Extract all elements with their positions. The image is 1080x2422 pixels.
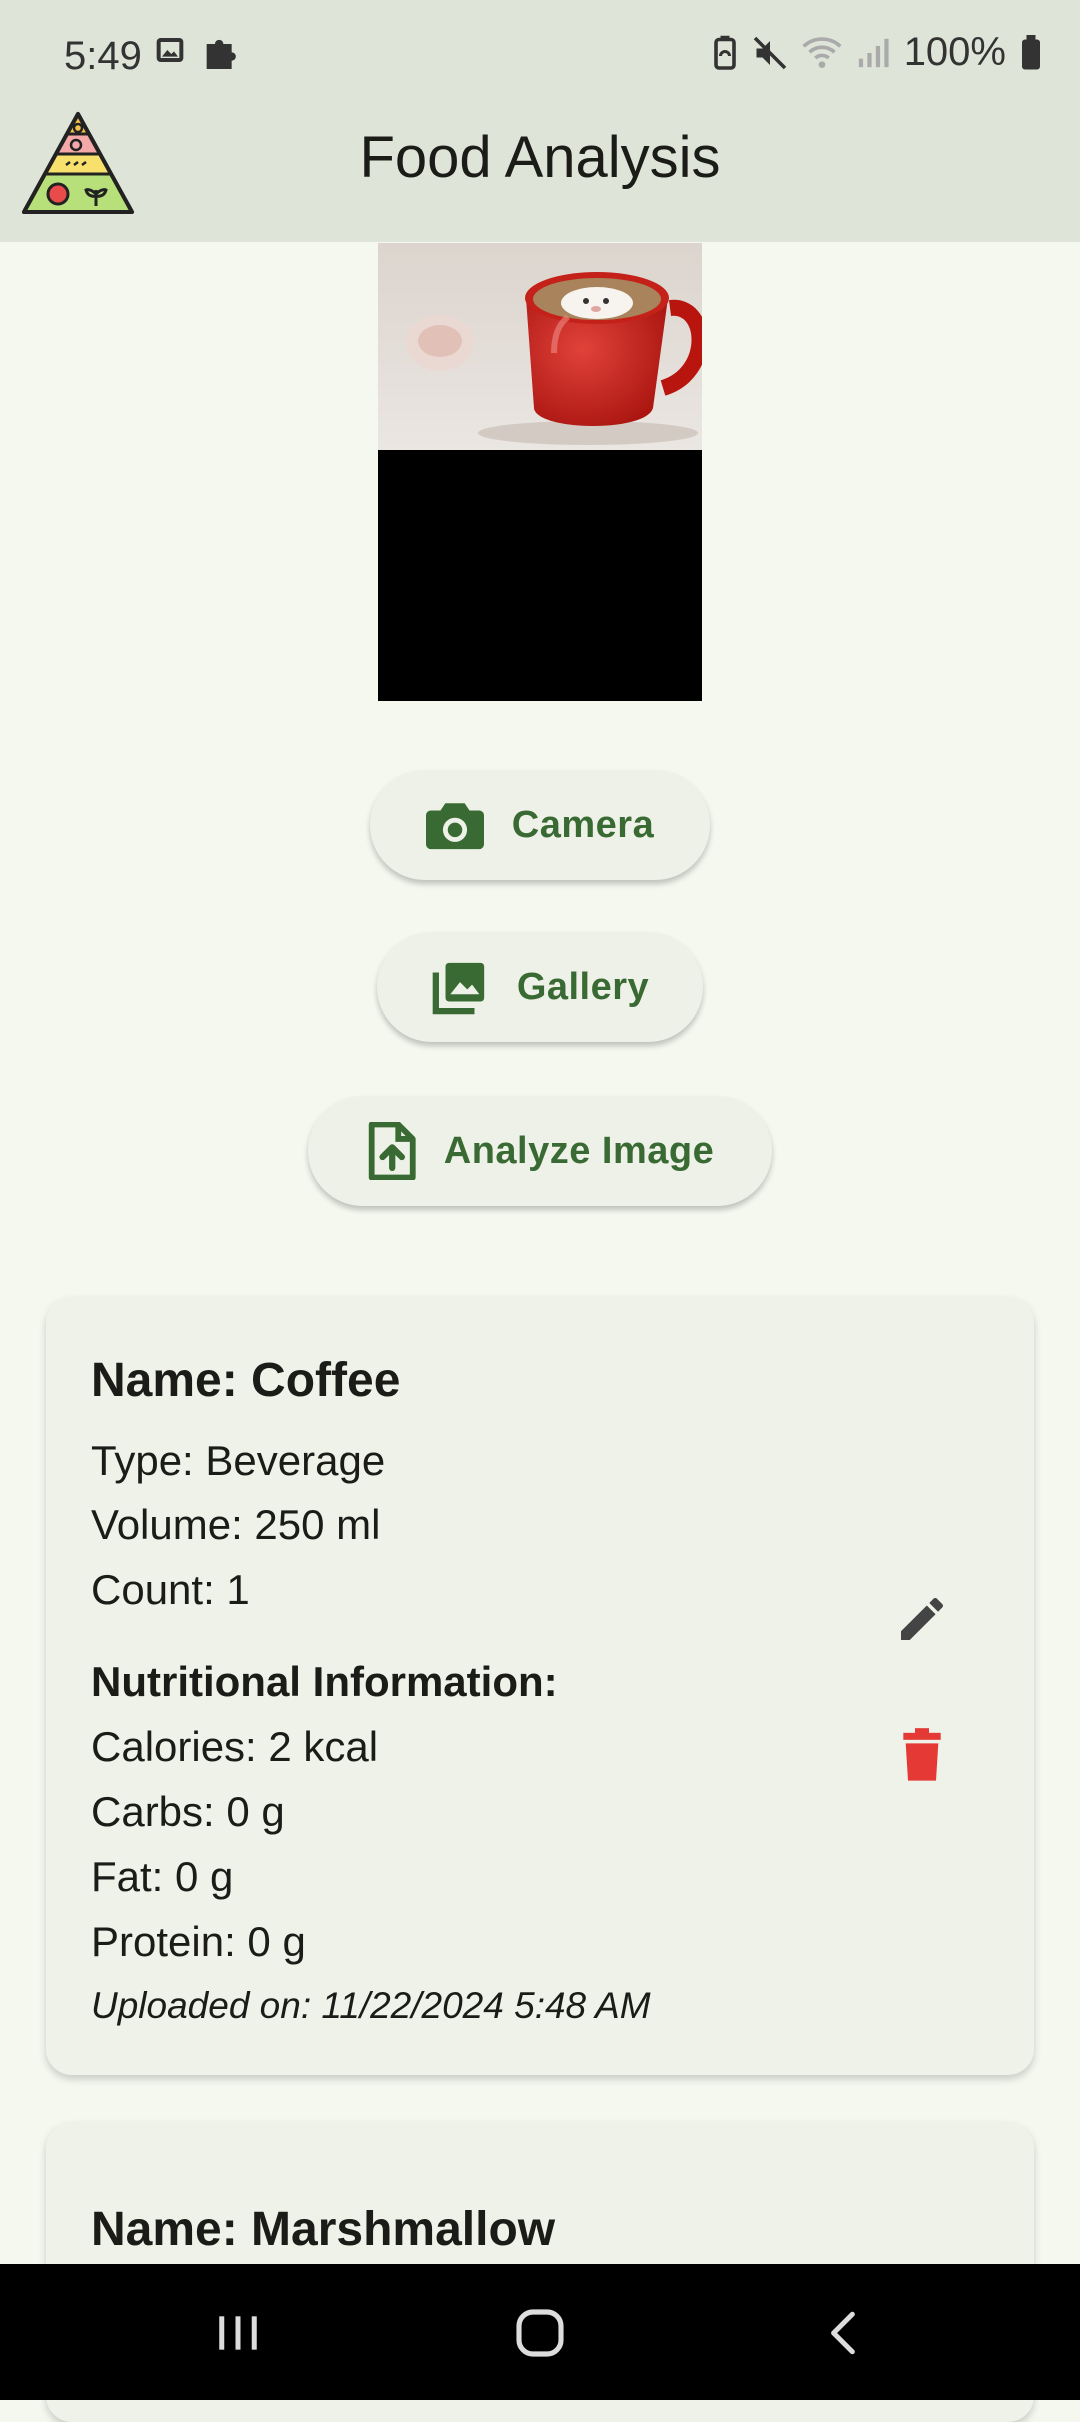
food-photo xyxy=(378,243,702,450)
carbs-value: Carbs: 0 g xyxy=(91,1788,285,1835)
status-left-icons xyxy=(154,34,240,74)
wifi-icon xyxy=(802,36,842,68)
signal-icon xyxy=(858,38,889,67)
image-icon xyxy=(156,38,184,62)
upload-file-icon xyxy=(368,1122,416,1180)
battery-icon xyxy=(1022,34,1040,69)
back-icon xyxy=(831,2311,855,2355)
battery-percent: 100% xyxy=(903,30,1006,74)
edit-button[interactable] xyxy=(882,1579,962,1659)
image-preview xyxy=(378,243,702,701)
status-time: 5:49 xyxy=(64,34,142,78)
back-button[interactable] xyxy=(804,2298,884,2368)
gallery-button[interactable]: Gallery xyxy=(377,932,703,1042)
food-count: Count: 1 xyxy=(91,1566,250,1613)
food-volume: Volume: 250 ml xyxy=(91,1501,381,1548)
food-type: Type: Beverage xyxy=(91,1437,386,1484)
mute-icon xyxy=(753,36,786,69)
app-bar: 5:49 100% Food Analysis xyxy=(0,0,1080,242)
analyze-image-label: Analyze Image xyxy=(443,1129,715,1172)
food-result-card: Name: Coffee Type: Beverage Volume: 250 … xyxy=(46,1297,1034,2075)
status-right-icons: 100% xyxy=(712,30,1042,75)
gallery-icon xyxy=(432,962,484,1015)
edit-icon xyxy=(901,1597,944,1640)
fat-value: Fat: 0 g xyxy=(91,1853,234,1900)
home-button[interactable] xyxy=(500,2298,580,2368)
recent-apps-button[interactable] xyxy=(198,2298,278,2368)
uploaded-timestamp: Uploaded on: 11/22/2024 5:48 AM xyxy=(91,1985,651,2026)
camera-icon xyxy=(425,803,484,850)
recent-apps-icon xyxy=(219,2316,257,2350)
calories-value: Calories: 2 kcal xyxy=(91,1723,379,1770)
delete-button[interactable] xyxy=(882,1715,962,1795)
camera-button[interactable]: Camera xyxy=(370,770,710,880)
protein-value: Protein: 0 g xyxy=(91,1918,306,1965)
food-name: Name: Marshmallow xyxy=(91,2203,556,2256)
system-nav-bar xyxy=(0,2264,1080,2400)
home-icon xyxy=(516,2309,564,2357)
puzzle-icon xyxy=(206,39,236,69)
delete-icon xyxy=(903,1728,941,1781)
battery-saver-icon xyxy=(713,35,736,70)
gallery-label: Gallery xyxy=(516,965,650,1008)
page-title: Food Analysis xyxy=(359,125,721,190)
analyze-image-button[interactable]: Analyze Image xyxy=(308,1096,772,1206)
food-name: Name: Coffee xyxy=(91,1354,401,1407)
nutrition-heading: Nutritional Information: xyxy=(91,1658,558,1705)
camera-label: Camera xyxy=(511,803,655,846)
